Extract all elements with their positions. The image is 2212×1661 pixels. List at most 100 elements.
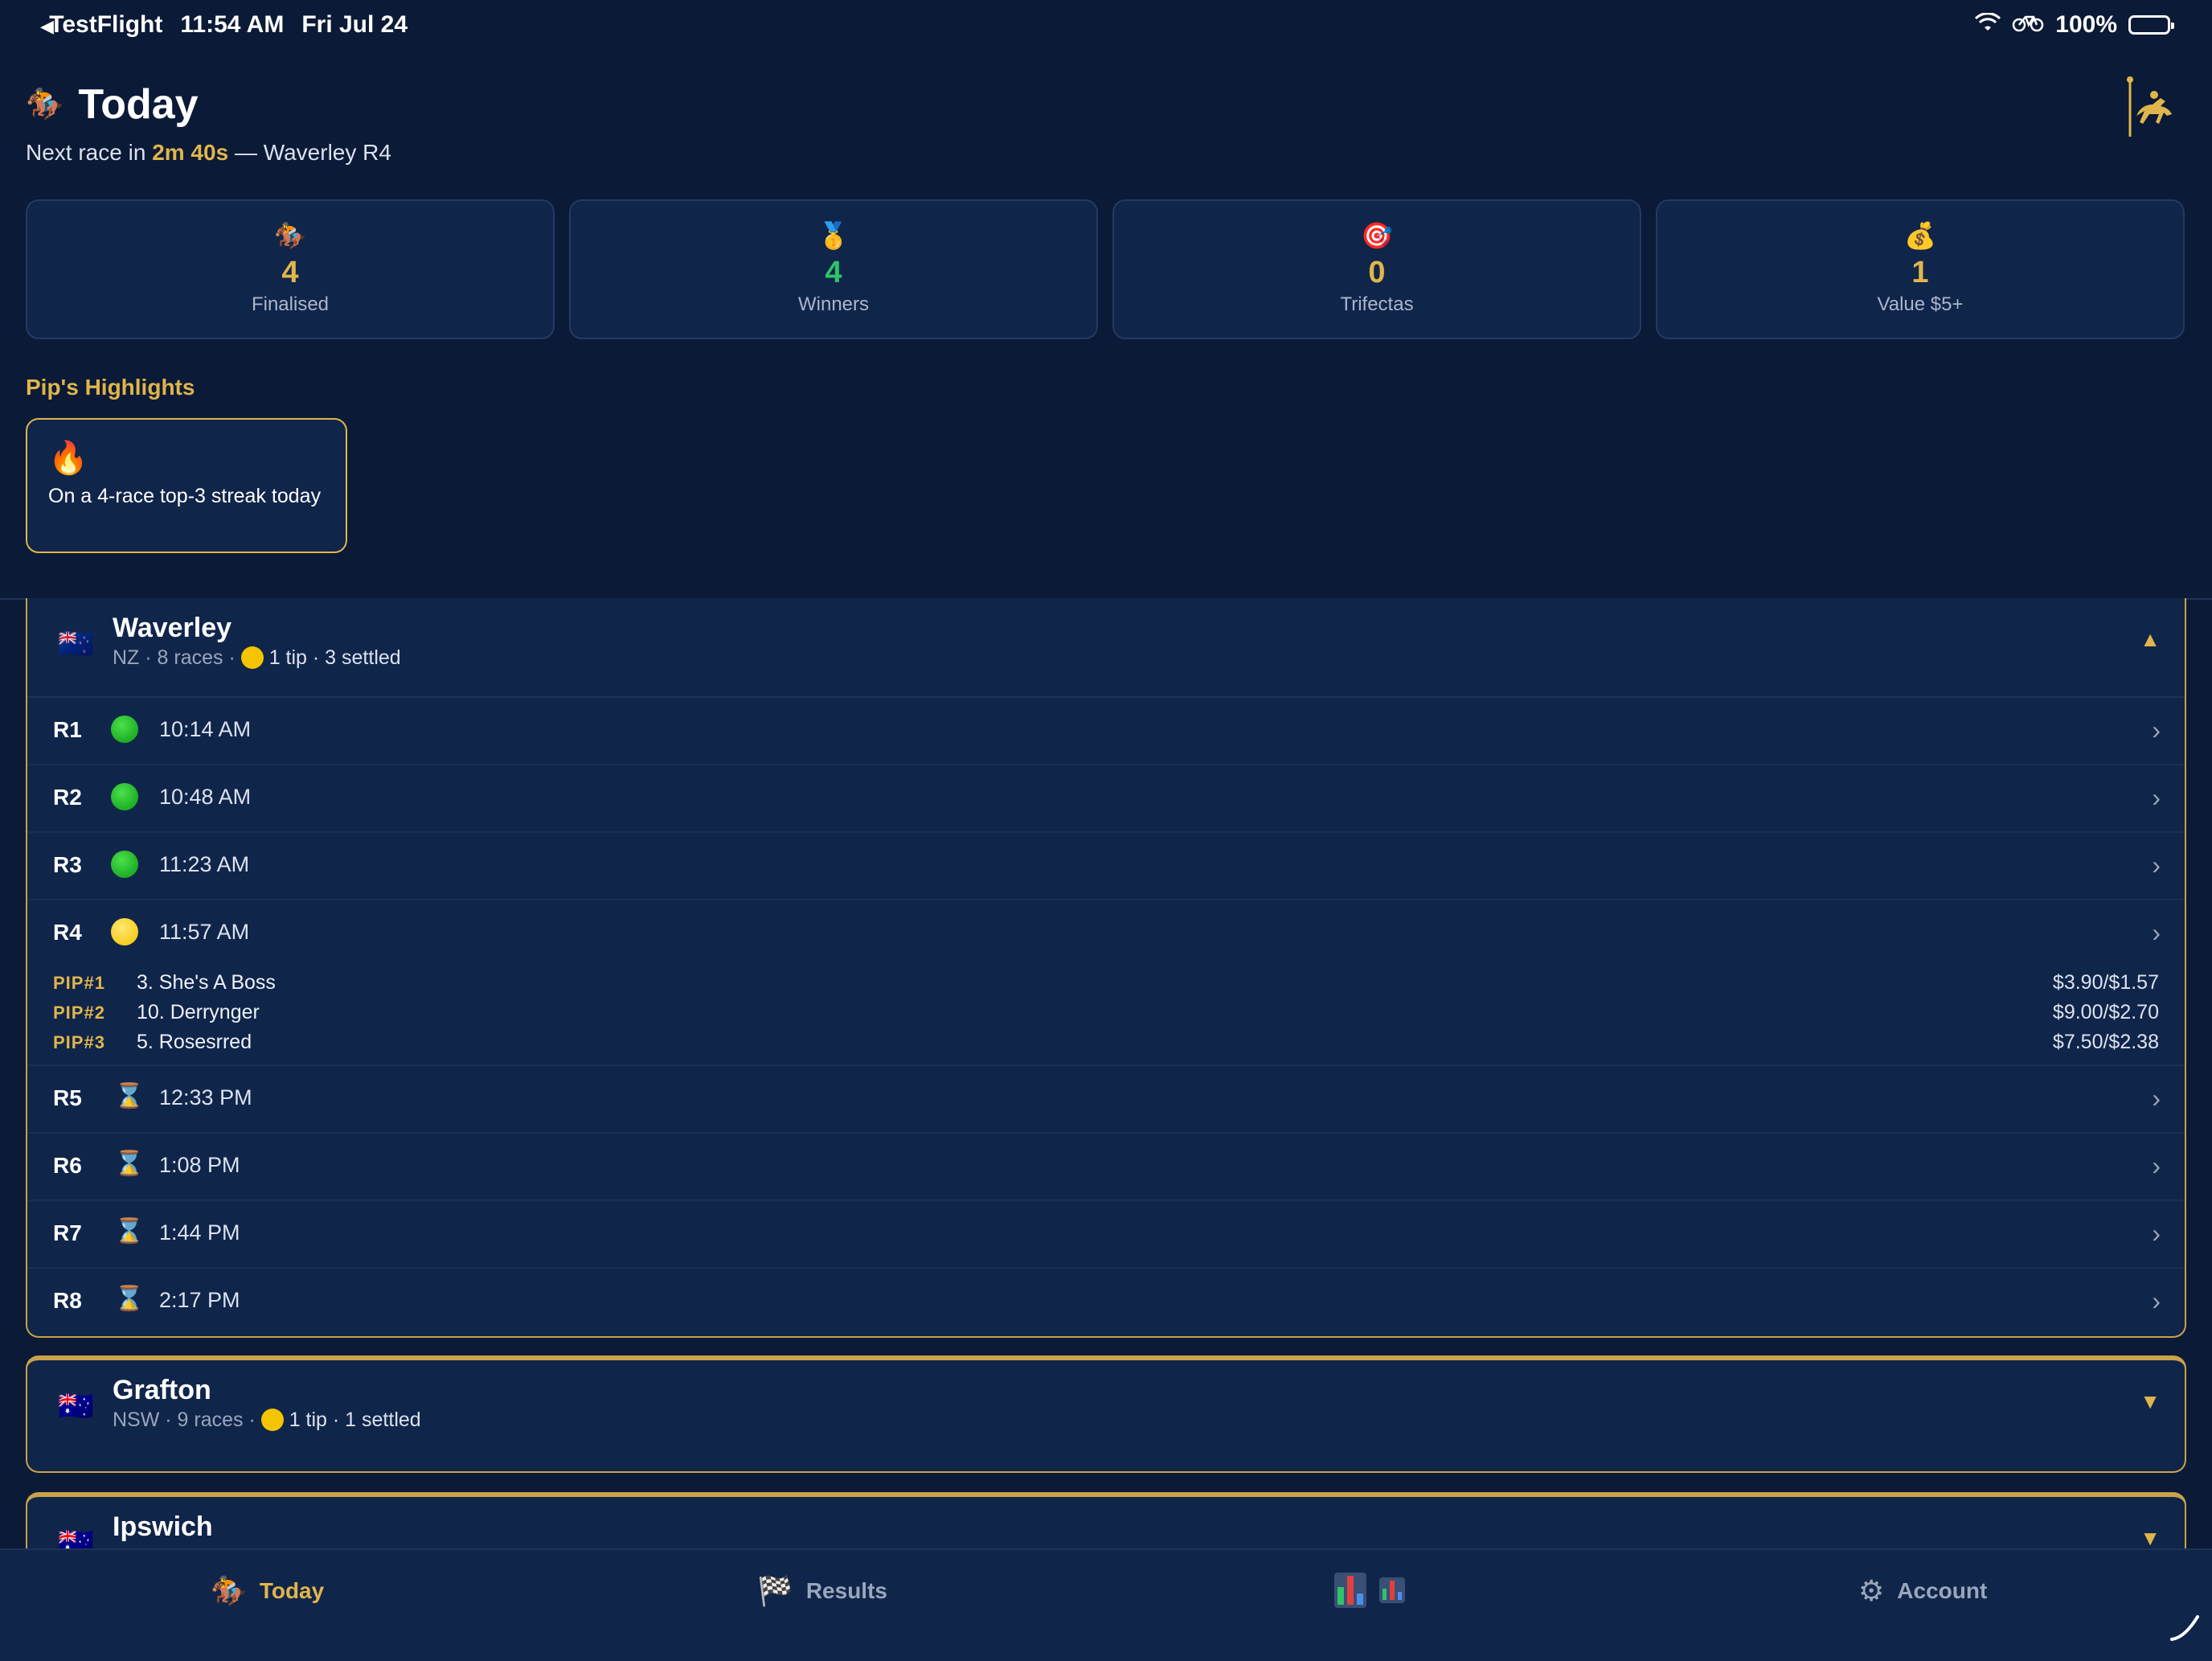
gear-icon: ⚙	[1858, 1574, 1885, 1607]
checkered-flag-icon: 🏁	[757, 1574, 793, 1607]
race-number: R6	[53, 1153, 82, 1178]
bar-chart-icon	[1379, 1577, 1405, 1603]
chevron-right-icon: ›	[2152, 851, 2161, 880]
page-header: 🏇 Today Next race in 2m 40s — Waverley R…	[26, 80, 391, 166]
hourglass-icon: ⌛	[114, 1286, 145, 1312]
race-row[interactable]: R7 ⌛ 1:44 PM ›	[27, 1201, 2185, 1269]
next-race-subtitle: Next race in 2m 40s — Waverley R4	[26, 140, 391, 166]
chevron-right-icon: ›	[2152, 783, 2161, 812]
venue-meta-prefix: NSW · 9 races ·	[113, 1409, 256, 1431]
race-time: 1:08 PM	[159, 1153, 240, 1177]
yellow-dot-icon	[240, 646, 264, 669]
chevron-right-icon: ›	[2152, 716, 2161, 744]
stats-row: 🏇 4 Finalised 🥇 4 Winners 🎯 0 Trifectas …	[26, 199, 2185, 339]
venue-meta: NSW · 9 races · 1 tip · 1 settled	[113, 1409, 421, 1432]
highlight-text: On a 4-race top-3 streak today	[48, 485, 322, 507]
tab-stats[interactable]	[1334, 1573, 1405, 1608]
race-row[interactable]: R1 10:14 AM ›	[27, 698, 2185, 765]
venue-header[interactable]: 🇳🇿 Waverley NZ · 8 races · 1 tip · 3 set…	[27, 598, 2185, 698]
tip-runner: 10. Derrynger	[137, 1001, 260, 1023]
venue-card-grafton: 🇦🇺 Grafton NSW · 9 races · 1 tip · 1 set…	[26, 1355, 2186, 1473]
race-number: R7	[53, 1220, 82, 1245]
tip-rank: PIP#2	[53, 1002, 105, 1023]
stat-card-winners[interactable]: 🥇 4 Winners	[569, 199, 1098, 339]
battery-percent: 100%	[2055, 11, 2117, 38]
stat-card-trifectas[interactable]: 🎯 0 Trifectas	[1112, 199, 1641, 339]
race-row[interactable]: R3 11:23 AM ›	[27, 833, 2185, 900]
battery-icon	[2128, 15, 2174, 35]
money-bag-icon: 💰	[1904, 221, 1936, 250]
race-time: 11:23 AM	[159, 852, 250, 876]
venue-name: Waverley	[113, 613, 232, 643]
hourglass-icon: ⌛	[114, 1083, 145, 1109]
horse-racing-icon: 🏇	[211, 1574, 247, 1607]
race-row-with-tips[interactable]: R4 11:57 AM › PIP#1 3. She's A Boss $3.9…	[27, 900, 2185, 1066]
race-number: R3	[53, 852, 82, 877]
stat-card-finalised[interactable]: 🏇 4 Finalised	[26, 199, 555, 339]
stat-card-value[interactable]: 💰 1 Value $5+	[1656, 199, 2185, 339]
page-title: Today	[78, 81, 199, 128]
tip-odds: $7.50/$2.38	[2052, 1031, 2159, 1053]
chevron-up-icon[interactable]: ▲	[2140, 627, 2161, 652]
venue-name: Grafton	[113, 1375, 211, 1405]
tip-row: PIP#3 5. Rosesrred $7.50/$2.38	[53, 1027, 2159, 1057]
tip-odds: $9.00/$2.70	[2052, 1001, 2159, 1023]
race-row[interactable]: R8 ⌛ 2:17 PM ›	[27, 1269, 2185, 1335]
chevron-right-icon: ›	[2152, 1151, 2161, 1180]
tip-runner: 3. She's A Boss	[137, 971, 276, 994]
venue-name: Ipswich	[113, 1511, 213, 1542]
stat-label: Finalised	[251, 293, 330, 315]
venue-tip-summary: 1 tip · 3 settled	[268, 646, 401, 669]
tab-today[interactable]: 🏇 Today	[211, 1574, 324, 1608]
tip-rank: PIP#1	[53, 972, 105, 993]
race-time: 1:44 PM	[159, 1220, 240, 1245]
race-row[interactable]: R2 10:48 AM ›	[27, 765, 2185, 833]
bar-chart-icon	[1334, 1573, 1366, 1608]
race-time: 2:17 PM	[159, 1288, 240, 1312]
countdown: 2m 40s	[152, 140, 229, 165]
venue-header[interactable]: 🇦🇺 Grafton NSW · 9 races · 1 tip · 1 set…	[27, 1360, 2185, 1470]
stat-value: 4	[825, 256, 842, 289]
tip-runner: 5. Rosesrred	[137, 1031, 252, 1053]
race-row[interactable]: R5 ⌛ 12:33 PM ›	[27, 1066, 2185, 1134]
tab-account[interactable]: ⚙ Account	[1858, 1574, 1987, 1608]
tab-label: Results	[805, 1578, 887, 1603]
race-row[interactable]: R6 ⌛ 1:08 PM ›	[27, 1134, 2185, 1201]
bicycle-icon	[2012, 11, 2044, 39]
race-time: 12:33 PM	[159, 1085, 252, 1109]
tips-list: PIP#1 3. She's A Boss $3.90/$1.57 PIP#2 …	[53, 968, 2159, 1057]
wifi-icon	[1975, 11, 2001, 39]
chevron-down-icon[interactable]: ▼	[2140, 1526, 2161, 1551]
stat-label: Trifectas	[1340, 293, 1414, 315]
race-number: R2	[53, 785, 82, 810]
green-circle-icon	[111, 783, 138, 810]
stat-value: 0	[1368, 256, 1386, 289]
race-number: R1	[53, 717, 82, 742]
race-time: 10:48 AM	[159, 785, 252, 809]
tip-row: PIP#2 10. Derrynger $9.00/$2.70	[53, 998, 2159, 1027]
tab-bar: 🏇 Today 🏁 Results ⚙ Account	[0, 1548, 2212, 1661]
stat-label: Winners	[797, 293, 870, 315]
back-app-label: TestFlight	[49, 11, 163, 38]
stat-value: 4	[281, 256, 299, 289]
subtitle-prefix: Next race in	[26, 140, 146, 165]
subtitle-suffix: — Waverley R4	[234, 140, 391, 165]
tab-results[interactable]: 🏁 Results	[757, 1574, 887, 1608]
jockey-logo-icon[interactable]	[2125, 76, 2181, 153]
horse-racing-icon: 🏇	[274, 221, 306, 250]
chevron-down-icon[interactable]: ▼	[2140, 1389, 2161, 1414]
yellow-dot-icon	[260, 1409, 284, 1431]
chevron-right-icon: ›	[2152, 1084, 2161, 1113]
tip-rank: PIP#3	[53, 1031, 105, 1052]
highlights-title: Pip's Highlights	[26, 375, 195, 400]
pencil-stroke-icon	[2169, 1614, 2201, 1647]
green-circle-icon	[111, 851, 138, 878]
tab-label: Today	[259, 1578, 325, 1603]
venue-meta: NZ · 8 races · 1 tip · 3 settled	[113, 646, 401, 670]
status-bar: ◀ TestFlight 11:54 AM Fri Jul 24 100%	[0, 0, 2212, 51]
hourglass-icon: ⌛	[114, 1150, 145, 1177]
tip-odds: $3.90/$1.57	[2052, 971, 2159, 994]
back-to-app-link[interactable]: ◀ TestFlight	[40, 11, 162, 39]
highlight-card[interactable]: 🔥 On a 4-race top-3 streak today	[26, 418, 347, 553]
target-icon: 🎯	[1361, 221, 1393, 250]
